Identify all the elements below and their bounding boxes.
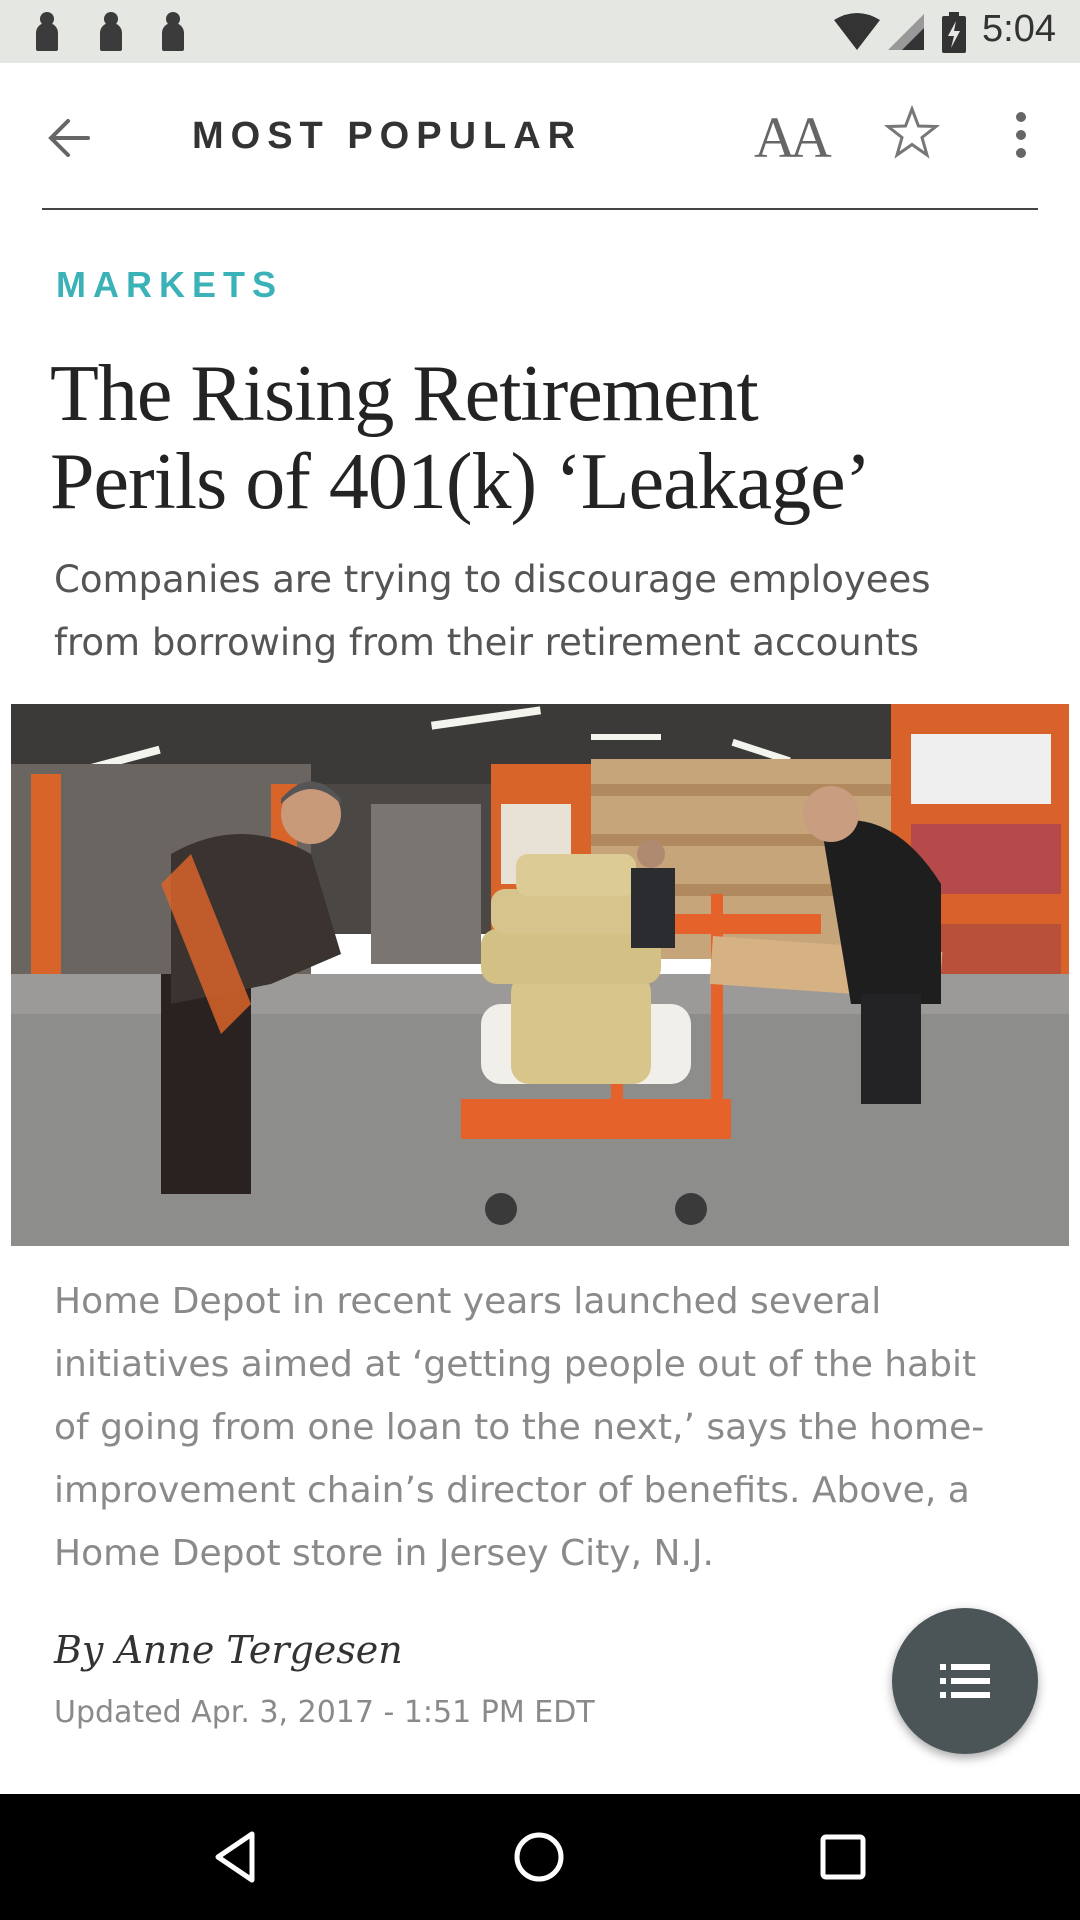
more-options-button[interactable]	[1006, 107, 1036, 167]
person-icon	[34, 12, 60, 52]
headline-line: The Rising Retirement	[50, 350, 759, 438]
caption-line: Home Depot store in Jersey City, N.J.	[54, 1533, 714, 1574]
caption-line: Home Depot in recent years launched seve…	[54, 1281, 882, 1322]
body-text-cutoff	[54, 1768, 954, 1794]
article-timestamp: Updated Apr. 3, 2017 - 1:51 PM EDT	[54, 1695, 595, 1730]
status-bar: 5:04	[0, 0, 1080, 63]
caption-line: of going from one loan to the next,’ say…	[54, 1407, 985, 1448]
cell-signal-icon	[888, 14, 924, 50]
dek-line: from borrowing from their retirement acc…	[54, 621, 919, 664]
navigation-bar	[0, 1794, 1080, 1920]
article-byline[interactable]: By Anne Tergesen	[54, 1628, 403, 1672]
status-time: 5:04	[982, 8, 1056, 50]
header-divider	[42, 208, 1038, 210]
bookmark-star-button[interactable]	[882, 103, 942, 163]
nav-back-button[interactable]	[204, 1824, 270, 1890]
wifi-icon	[834, 13, 880, 50]
text-size-icon: AA	[754, 105, 832, 170]
person-icon	[98, 12, 124, 52]
header-title: MOST POPULAR	[192, 115, 583, 157]
store-photo-illustration	[11, 704, 1069, 1246]
person-icon	[160, 12, 186, 52]
dek-line: Companies are trying to discourage emplo…	[54, 558, 931, 601]
headline-line: Perils of 401(k) ‘Leakage’	[50, 438, 871, 526]
recents-square-icon	[820, 1834, 866, 1880]
home-circle-icon	[514, 1832, 564, 1882]
back-triangle-icon	[215, 1831, 255, 1883]
more-vert-icon	[1016, 112, 1026, 158]
article-headline: The Rising Retirement Perils of 401(k) ‘…	[50, 350, 1040, 526]
nav-home-button[interactable]	[506, 1824, 572, 1890]
list-icon	[940, 1664, 990, 1698]
caption-line: initiatives aimed at ‘getting people out…	[54, 1344, 977, 1385]
battery-charging-icon	[942, 12, 966, 53]
article-photo[interactable]	[11, 704, 1069, 1246]
back-arrow-icon	[48, 119, 90, 157]
text-size-button[interactable]: AA	[754, 103, 832, 173]
back-button[interactable]	[42, 108, 102, 168]
article-list-fab[interactable]	[892, 1608, 1038, 1754]
caption-line: improvement chain’s director of benefits…	[54, 1470, 970, 1511]
photo-caption: Home Depot in recent years launched seve…	[54, 1270, 1044, 1585]
article-category[interactable]: MARKETS	[56, 264, 283, 306]
nav-recents-button[interactable]	[810, 1824, 876, 1890]
app-header: MOST POPULAR AA	[0, 63, 1080, 210]
star-icon	[883, 104, 941, 159]
article-dek: Companies are trying to discourage emplo…	[54, 548, 1044, 674]
